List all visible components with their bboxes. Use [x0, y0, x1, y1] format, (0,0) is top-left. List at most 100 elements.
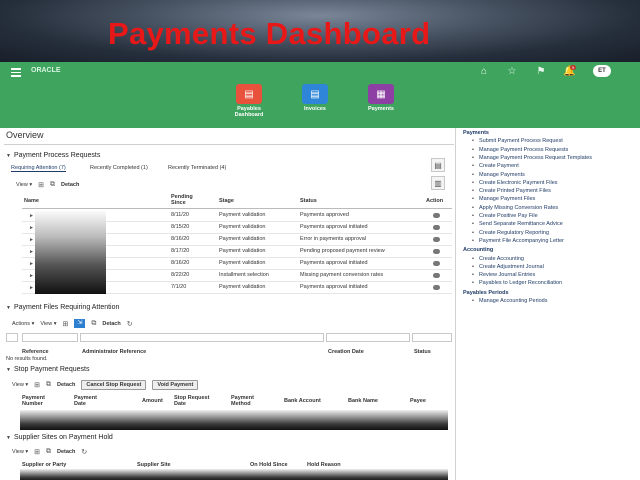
- tile-payables-dashboard[interactable]: ▤ Payables Dashboard: [224, 84, 274, 118]
- detach-button[interactable]: Detach: [61, 182, 79, 188]
- row-action-icon[interactable]: [433, 225, 440, 230]
- dashboard-icon: ▤: [236, 84, 262, 104]
- col-name: Name: [24, 198, 39, 204]
- cell-stage: Installment selection: [219, 272, 269, 278]
- hero-title: Payments Dashboard: [108, 16, 431, 51]
- task-link[interactable]: Manage Accounting Periods: [472, 298, 547, 304]
- task-group-title: Accounting: [463, 247, 494, 254]
- detach-button[interactable]: Detach: [102, 321, 120, 327]
- cell-status: Payments approval initiated: [300, 224, 368, 230]
- filter-icon[interactable]: [6, 333, 18, 342]
- section-pfra-title[interactable]: ▼ Payment Files Requiring Attention: [6, 304, 119, 311]
- filter-admin-reference[interactable]: [80, 333, 324, 342]
- tile-label: Payables Dashboard: [234, 106, 264, 118]
- divider: [4, 144, 454, 145]
- row-action-icon[interactable]: [433, 285, 440, 290]
- row-action-icon[interactable]: [433, 249, 440, 254]
- cell-status: Missing payment conversion rates: [300, 272, 384, 278]
- star-icon[interactable]: ☆: [506, 66, 518, 78]
- task-link[interactable]: Create Positive Pay File: [472, 213, 538, 219]
- expand-row-icon[interactable]: ►: [29, 273, 34, 279]
- row-action-icon[interactable]: [433, 237, 440, 242]
- view-menu[interactable]: View ▾: [16, 182, 32, 188]
- expand-row-icon[interactable]: ►: [29, 285, 34, 291]
- view-label: View: [12, 382, 24, 388]
- export-icon[interactable]: ⇲: [74, 319, 86, 328]
- filter-reference[interactable]: [22, 333, 78, 342]
- avatar[interactable]: ET: [593, 65, 611, 77]
- void-payment-button[interactable]: Void Payment: [152, 380, 199, 390]
- tab-recently-completed[interactable]: Recently Completed (1): [90, 165, 148, 171]
- page-title: Overview: [6, 130, 44, 140]
- redacted-hold-rows: [20, 469, 448, 480]
- cell-pending-since: 7/1/20: [171, 284, 187, 290]
- row-action-icon[interactable]: [433, 213, 440, 218]
- cancel-stop-request-button[interactable]: Cancel Stop Request: [81, 380, 147, 390]
- view-menu[interactable]: View ▾: [40, 321, 56, 327]
- task-link[interactable]: Create Payment: [472, 163, 519, 169]
- section-ssph-title[interactable]: ▼ Supplier Sites on Payment Hold: [6, 434, 113, 441]
- task-link[interactable]: Create Printed Payment Files: [472, 188, 551, 194]
- detach-icon[interactable]: ⧉: [91, 320, 96, 328]
- cell-stage: Payment validation: [219, 224, 266, 230]
- task-link[interactable]: Manage Payment Files: [472, 196, 535, 202]
- cell-stage: Payment validation: [219, 284, 266, 290]
- tile-label: Invoices: [303, 106, 326, 112]
- task-link[interactable]: Payment File Accompanying Letter: [472, 238, 564, 244]
- task-link[interactable]: Create Regulatory Reporting: [472, 230, 549, 236]
- filter-creation-date[interactable]: [326, 333, 410, 342]
- task-link[interactable]: Manage Payments: [472, 172, 525, 178]
- tab-recently-terminated[interactable]: Recently Terminated (4): [168, 165, 226, 171]
- menu-icon[interactable]: [11, 68, 21, 77]
- refresh-icon[interactable]: ↻: [127, 320, 133, 328]
- col-payment-date: Payment Date: [74, 395, 97, 407]
- redacted-stop-rows: [20, 410, 448, 430]
- chart-view-icon[interactable]: ▥: [431, 176, 445, 190]
- task-link[interactable]: Manage Payment Process Requests: [472, 147, 568, 153]
- section-spr-title[interactable]: ▼ Stop Payment Requests: [6, 366, 89, 373]
- freeze-icon[interactable]: ⊞: [34, 448, 40, 456]
- table-view-icon[interactable]: ▤: [431, 158, 445, 172]
- freeze-icon[interactable]: ⊞: [62, 320, 68, 328]
- task-link[interactable]: Apply Missing Conversion Rates: [472, 205, 558, 211]
- task-group-title: Payables Periods: [463, 289, 509, 296]
- section-ppr-title[interactable]: ▼ Payment Process Requests: [6, 152, 100, 159]
- freeze-icon[interactable]: ⊞: [34, 381, 40, 389]
- section-label: Payment Files Requiring Attention: [13, 304, 120, 311]
- task-link[interactable]: Create Accounting: [472, 256, 524, 262]
- task-group-title: Payments: [463, 130, 489, 136]
- cell-pending-since: 8/22/20: [171, 272, 190, 278]
- expand-row-icon[interactable]: ►: [29, 213, 34, 219]
- task-link[interactable]: Send Separate Remittance Advice: [472, 221, 563, 227]
- tile-payments[interactable]: ▦ Payments: [356, 84, 406, 112]
- actions-menu[interactable]: Actions ▾: [12, 321, 34, 327]
- refresh-icon[interactable]: ↻: [81, 448, 87, 456]
- task-link[interactable]: Payables to Ledger Reconciliation: [472, 280, 562, 286]
- task-link[interactable]: Create Adjustment Journal: [472, 264, 544, 270]
- freeze-icon[interactable]: ⊞: [38, 181, 44, 189]
- detach-button[interactable]: Detach: [57, 449, 75, 455]
- expand-row-icon[interactable]: ►: [29, 249, 34, 255]
- task-link[interactable]: Review Journal Entries: [472, 272, 535, 278]
- detach-icon[interactable]: ⧉: [46, 381, 51, 389]
- row-action-icon[interactable]: [433, 261, 440, 266]
- view-menu[interactable]: View ▾: [12, 449, 28, 455]
- task-link[interactable]: Submit Payment Process Request: [472, 138, 563, 144]
- row-action-icon[interactable]: [433, 273, 440, 278]
- expand-row-icon[interactable]: ►: [29, 237, 34, 243]
- flag-icon[interactable]: ⚑: [535, 66, 547, 78]
- expand-row-icon[interactable]: ►: [29, 261, 34, 267]
- col-hold-reason: Hold Reason: [307, 462, 341, 468]
- tile-invoices[interactable]: ▤ Invoices: [290, 84, 340, 112]
- detach-button[interactable]: Detach: [57, 382, 75, 388]
- filter-status[interactable]: [412, 333, 452, 342]
- detach-icon[interactable]: ⧉: [46, 448, 51, 456]
- view-menu[interactable]: View ▾: [12, 382, 28, 388]
- task-link[interactable]: Manage Payment Process Request Templates: [472, 155, 592, 161]
- expand-row-icon[interactable]: ►: [29, 225, 34, 231]
- tab-requiring-attention[interactable]: Requiring Attention (7): [11, 165, 66, 172]
- detach-icon[interactable]: ⧉: [50, 181, 55, 189]
- home-icon[interactable]: ⌂: [478, 66, 490, 78]
- col-stop-request-date: Stop Request Date: [174, 395, 210, 407]
- task-link[interactable]: Create Electronic Payment Files: [472, 180, 558, 186]
